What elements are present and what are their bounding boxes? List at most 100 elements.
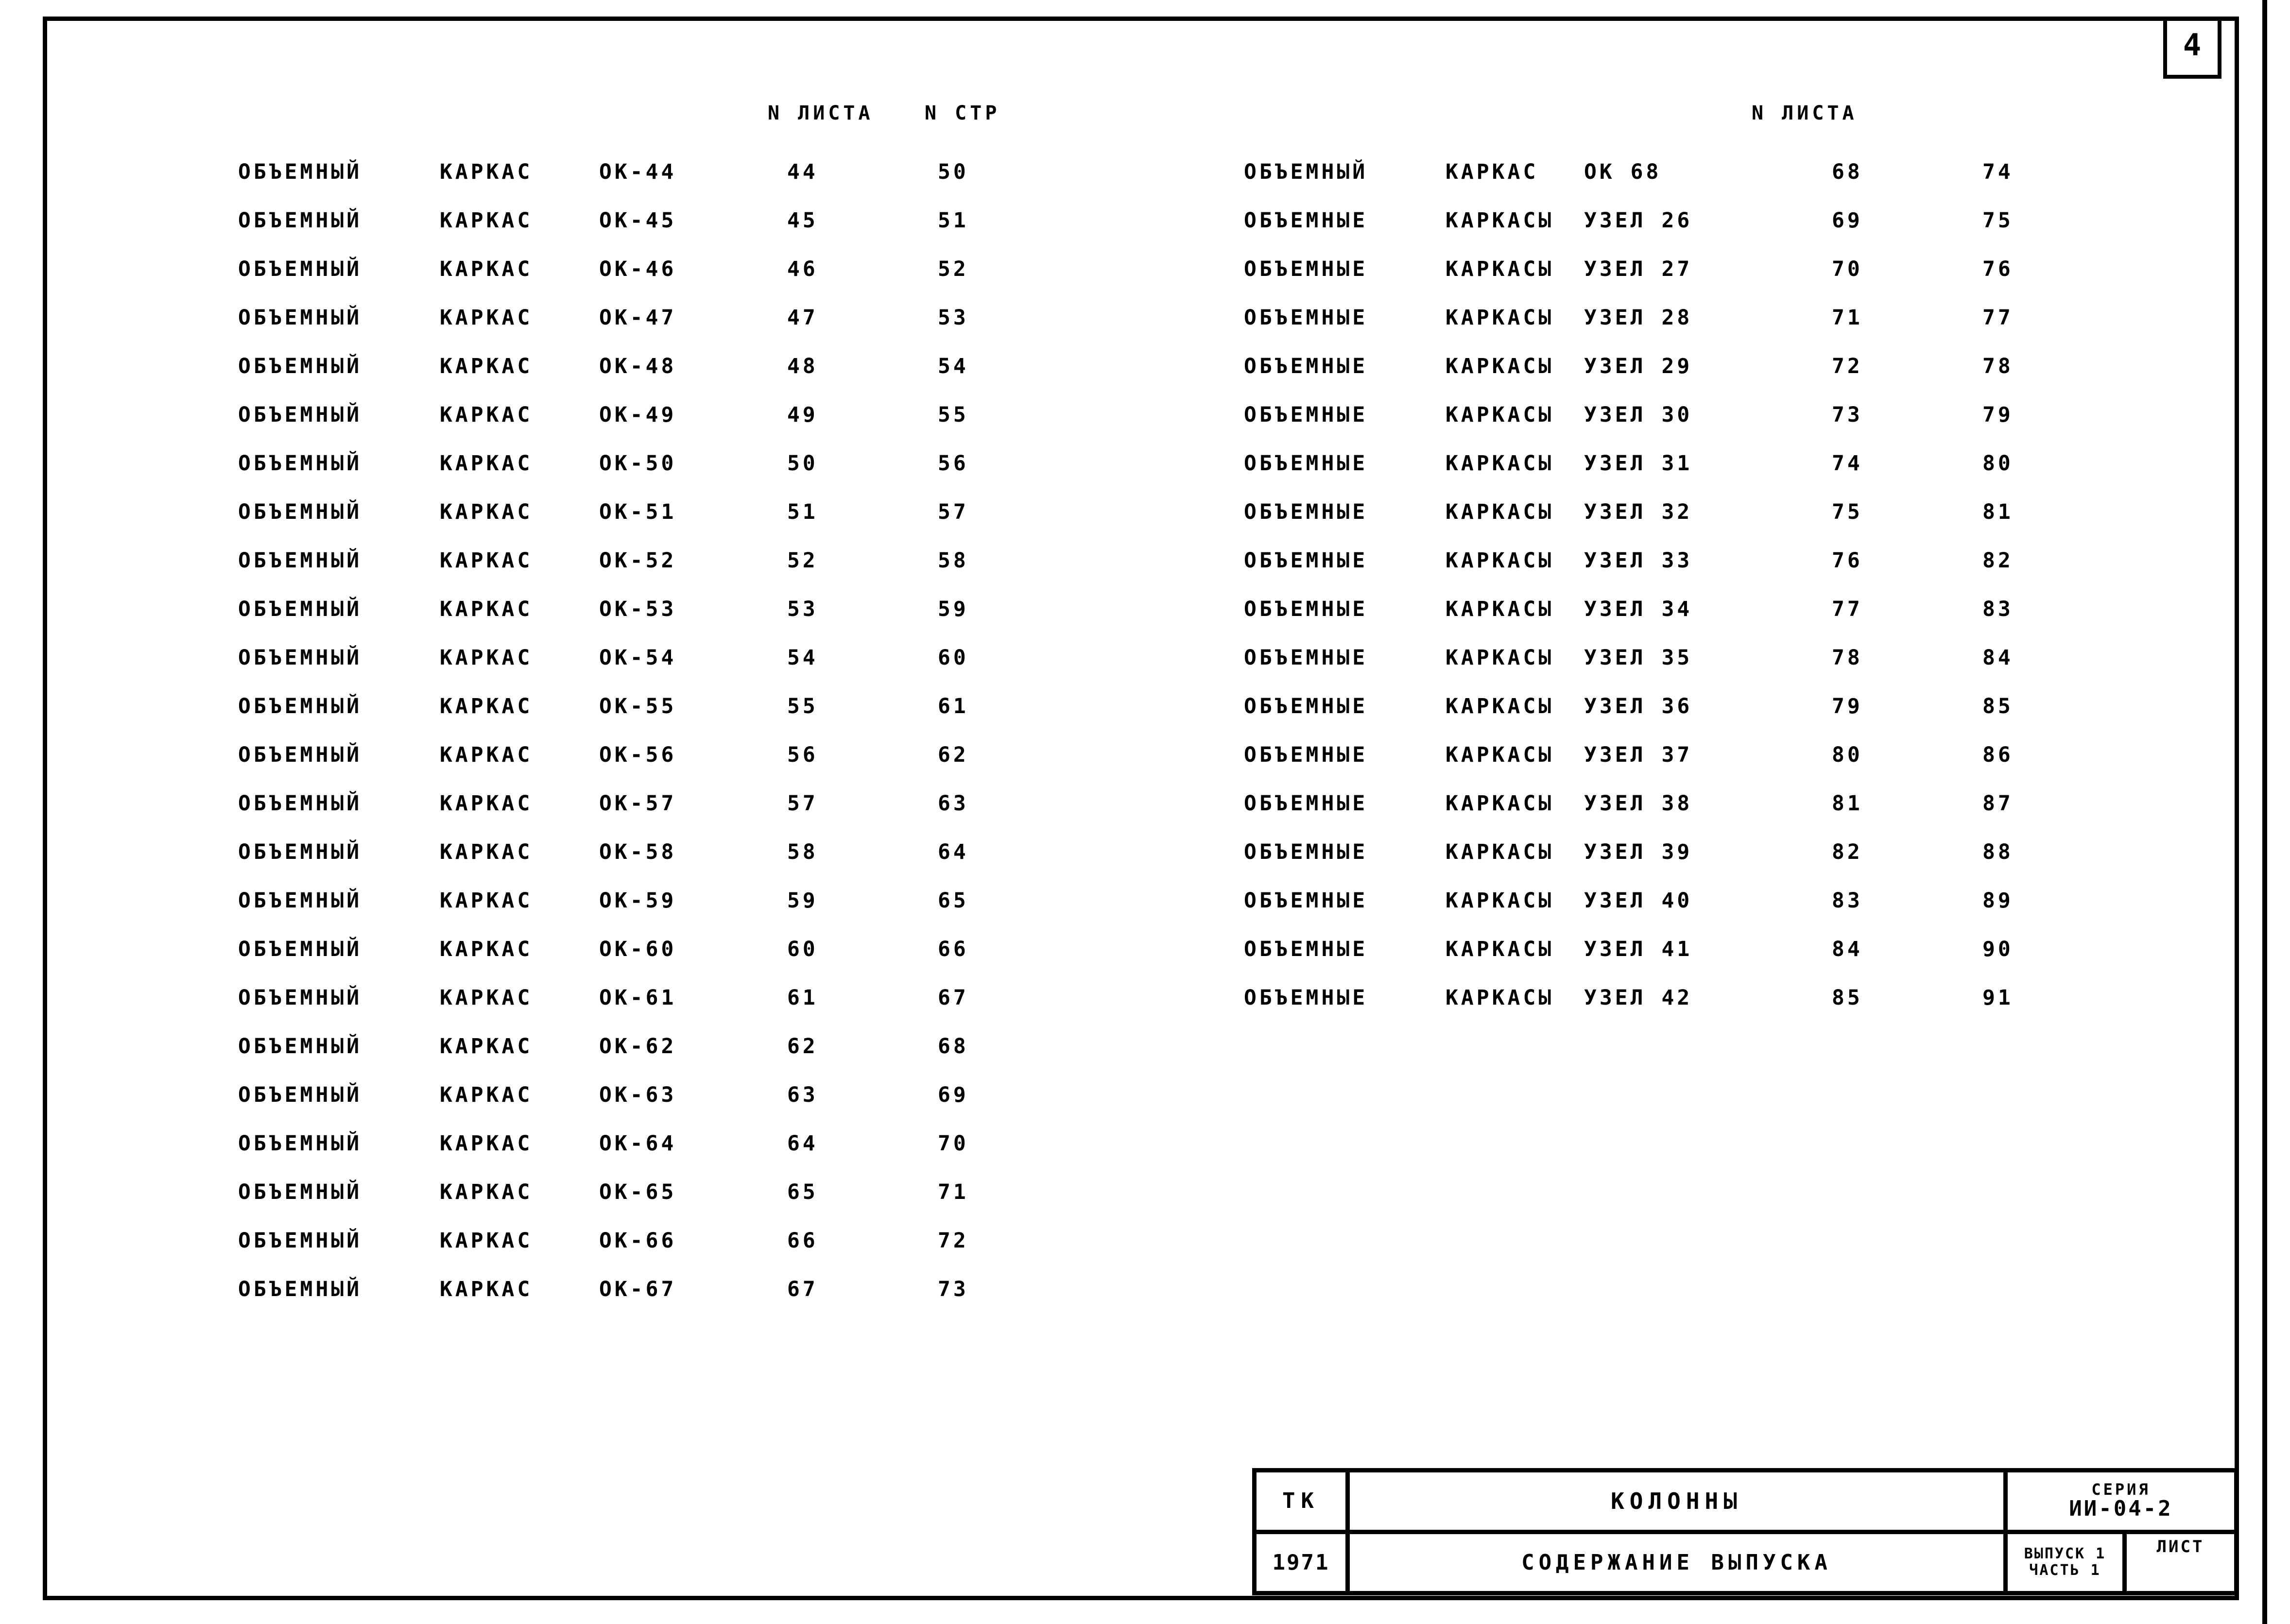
row-page-number: 81: [1982, 500, 2014, 524]
title-block-row-bottom: 1971 СОДЕРЖАНИЕ ВЫПУСКА ВЫПУСК 1 ЧАСТЬ 1…: [1257, 1534, 2234, 1591]
row-page-number: 52: [938, 257, 969, 281]
row-element-type: КАРКАС: [440, 1180, 533, 1204]
row-element-mark: ОК-45: [599, 208, 677, 233]
row-element-name: ОБЪЕМНЫЙ: [238, 500, 362, 524]
row-page-number: 85: [1982, 694, 2014, 718]
sheet-right-margin-rule: [2262, 0, 2267, 1624]
row-sheet-number: 66: [787, 1229, 818, 1253]
row-sheet-number: 48: [787, 354, 818, 378]
row-sheet-number: 76: [1832, 548, 1863, 573]
row-sheet-number: 50: [787, 451, 818, 476]
row-page-number: 64: [938, 840, 969, 864]
row-page-number: 55: [938, 403, 969, 427]
row-element-type: КАРКАСЫ: [1446, 403, 1554, 427]
row-sheet-number: 74: [1832, 451, 1863, 476]
page-number: 4: [2183, 27, 2202, 63]
row-element-name: ОБЪЕМНЫЙ: [238, 1229, 362, 1253]
row-element-name: ОБЪЕМНЫЕ: [1244, 208, 1368, 233]
title-block-issue-cell: ВЫПУСК 1 ЧАСТЬ 1: [2008, 1534, 2127, 1591]
row-element-mark: УЗЕЛ 35: [1584, 646, 1693, 670]
row-page-number: 89: [1982, 889, 2014, 913]
row-element-mark: УЗЕЛ 32: [1584, 500, 1693, 524]
row-sheet-number: 60: [787, 937, 818, 961]
header-left-sheet-number: N ЛИСТА: [768, 102, 874, 124]
row-element-name: ОБЪЕМНЫЙ: [238, 889, 362, 913]
list-label: ЛИСТ: [2156, 1537, 2204, 1556]
row-element-mark: ОК-51: [599, 500, 677, 524]
row-element-type: КАРКАС: [440, 500, 533, 524]
row-page-number: 62: [938, 743, 969, 767]
row-element-name: ОБЪЕМНЫЙ: [238, 548, 362, 573]
row-sheet-number: 65: [787, 1180, 818, 1204]
row-sheet-number: 83: [1832, 889, 1863, 913]
row-sheet-number: 56: [787, 743, 818, 767]
row-sheet-number: 58: [787, 840, 818, 864]
row-page-number: 56: [938, 451, 969, 476]
row-element-type: КАРКАСЫ: [1446, 986, 1554, 1010]
row-sheet-number: 78: [1832, 646, 1863, 670]
row-page-number: 53: [938, 306, 969, 330]
row-page-number: 58: [938, 548, 969, 573]
row-element-mark: ОК-56: [599, 743, 677, 767]
row-sheet-number: 73: [1832, 403, 1863, 427]
row-element-name: ОБЪЕМНЫЙ: [238, 791, 362, 816]
row-page-number: 82: [1982, 548, 2014, 573]
row-element-mark: ОК-54: [599, 646, 677, 670]
row-page-number: 69: [938, 1083, 969, 1107]
row-element-mark: ОК 68: [1584, 160, 1662, 184]
row-page-number: 80: [1982, 451, 2014, 476]
row-page-number: 75: [1982, 208, 2014, 233]
issue-number: ВЫПУСК 1: [2024, 1545, 2106, 1562]
row-element-name: ОБЪЕМНЫЙ: [1244, 160, 1368, 184]
row-element-name: ОБЪЕМНЫЕ: [1244, 840, 1368, 864]
row-element-type: КАРКАС: [440, 986, 533, 1010]
row-element-name: ОБЪЕМНЫЕ: [1244, 306, 1368, 330]
row-page-number: 67: [938, 986, 969, 1010]
row-sheet-number: 49: [787, 403, 818, 427]
row-element-type: КАРКАС: [440, 548, 533, 573]
series-label: СЕРИЯ: [2091, 1480, 2151, 1499]
row-element-mark: ОК-60: [599, 937, 677, 961]
row-element-type: КАРКАСЫ: [1446, 743, 1554, 767]
row-sheet-number: 77: [1832, 597, 1863, 621]
title-block-series-cell: СЕРИЯ ИИ-04-2: [2008, 1472, 2234, 1530]
row-element-name: ОБЪЕМНЫЕ: [1244, 889, 1368, 913]
row-element-name: ОБЪЕМНЫЙ: [238, 306, 362, 330]
row-element-type: КАРКАСЫ: [1446, 646, 1554, 670]
row-element-mark: ОК-55: [599, 694, 677, 718]
row-page-number: 88: [1982, 840, 2014, 864]
row-element-type: КАРКАС: [1446, 160, 1539, 184]
row-sheet-number: 81: [1832, 791, 1863, 816]
row-element-type: КАРКАС: [440, 937, 533, 961]
row-sheet-number: 84: [1832, 937, 1863, 961]
row-sheet-number: 55: [787, 694, 818, 718]
row-element-type: КАРКАС: [440, 1083, 533, 1107]
row-element-name: ОБЪЕМНЫЕ: [1244, 743, 1368, 767]
row-element-name: ОБЪЕМНЫЙ: [238, 743, 362, 767]
row-sheet-number: 62: [787, 1034, 818, 1059]
row-element-name: ОБЪЕМНЫЕ: [1244, 548, 1368, 573]
row-page-number: 71: [938, 1180, 969, 1204]
drawing-frame: [43, 17, 2239, 1600]
row-element-type: КАРКАС: [440, 743, 533, 767]
row-sheet-number: 70: [1832, 257, 1863, 281]
row-element-mark: ОК-53: [599, 597, 677, 621]
row-element-mark: УЗЕЛ 37: [1584, 743, 1693, 767]
row-page-number: 60: [938, 646, 969, 670]
row-element-type: КАРКАСЫ: [1446, 208, 1554, 233]
row-element-type: КАРКАСЫ: [1446, 791, 1554, 816]
title-block: ТК КОЛОННЫ СЕРИЯ ИИ-04-2 1971 СОДЕРЖАНИЕ…: [1252, 1468, 2238, 1595]
row-element-mark: ОК-52: [599, 548, 677, 573]
row-element-type: КАРКАСЫ: [1446, 937, 1554, 961]
row-element-type: КАРКАС: [440, 694, 533, 718]
series-value: ИИ-04-2: [2069, 1496, 2173, 1521]
row-element-type: КАРКАСЫ: [1446, 694, 1554, 718]
row-element-name: ОБЪЕМНЫЙ: [238, 1083, 362, 1107]
row-element-mark: УЗЕЛ 33: [1584, 548, 1693, 573]
row-element-mark: УЗЕЛ 30: [1584, 403, 1693, 427]
row-page-number: 87: [1982, 791, 2014, 816]
drawing-sheet: 4 N ЛИСТА N СТР N ЛИСТА ОБЪЕМНЫЙ КАРКАС ОК…: [0, 0, 2290, 1624]
row-sheet-number: 79: [1832, 694, 1863, 718]
title-block-year-cell: 1971: [1257, 1534, 1350, 1591]
row-element-mark: УЗЕЛ 42: [1584, 986, 1693, 1010]
